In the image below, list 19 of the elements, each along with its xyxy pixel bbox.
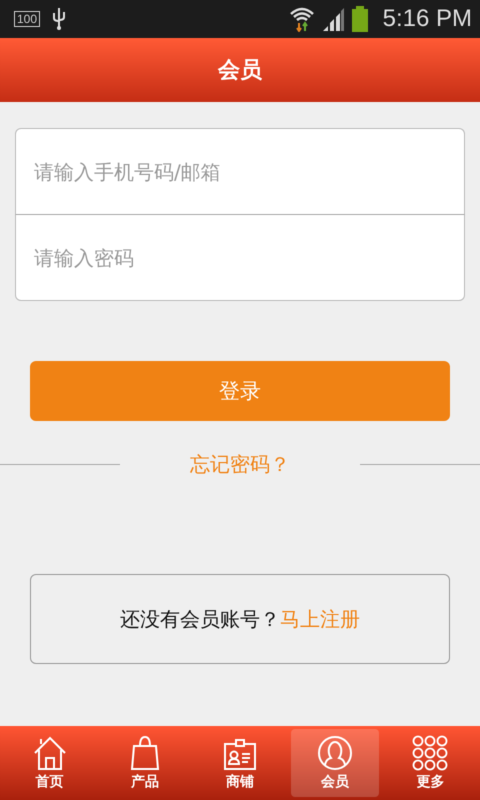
input-field[interactable]: 请输入手机号码/邮箱 bbox=[15, 128, 465, 215]
register-prompt: 还没有会员账号？ bbox=[120, 606, 280, 632]
more-icon bbox=[412, 735, 448, 771]
usb-icon bbox=[52, 7, 66, 31]
battery-icon bbox=[350, 6, 369, 32]
signal-icon bbox=[320, 7, 345, 31]
shopping-bag-icon bbox=[130, 735, 160, 771]
tab[interactable]: 更多 bbox=[386, 729, 474, 797]
tab[interactable]: 产品 bbox=[100, 729, 189, 797]
wifi-icon bbox=[288, 6, 315, 32]
user-icon bbox=[317, 735, 354, 771]
input-field[interactable]: 请输入密码 bbox=[15, 215, 465, 301]
notification-badge: 100 bbox=[14, 11, 40, 27]
home-icon bbox=[32, 735, 67, 771]
page-title: 会员 bbox=[218, 57, 262, 85]
tab[interactable]: 会员 bbox=[291, 729, 380, 797]
tab[interactable]: 首页 bbox=[6, 729, 94, 797]
tab[interactable]: 商铺 bbox=[196, 729, 284, 797]
clock: 5:16 PM bbox=[382, 5, 472, 33]
